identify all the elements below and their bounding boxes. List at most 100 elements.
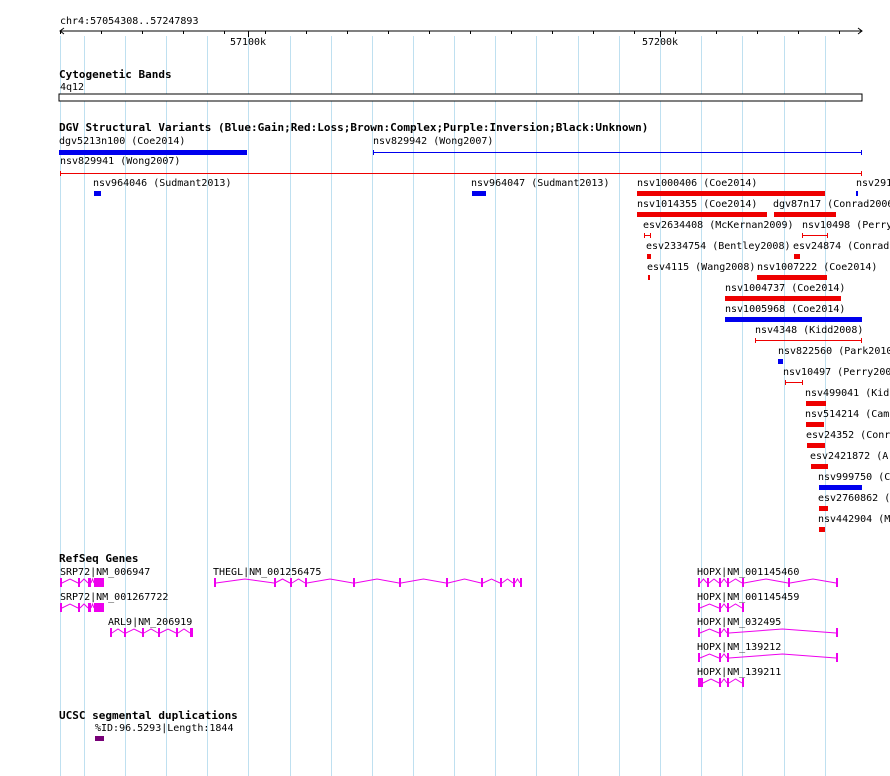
dgv-variant-label: nsv829942 (Wong2007)	[373, 136, 493, 147]
gene-label: HOPX|NM_139212	[697, 642, 781, 653]
dgv-variant-bar[interactable]	[806, 401, 826, 406]
gene-label: HOPX|NM_001145460	[697, 567, 799, 578]
dgv-variant-label: nsv291	[856, 178, 890, 189]
segdup-bar[interactable]	[95, 736, 104, 741]
gene-exon	[742, 603, 744, 612]
dgv-variant-bar[interactable]	[819, 527, 825, 532]
locus-label: chr4:57054308..57247893	[60, 16, 198, 27]
gene-model[interactable]: HOPX|NM_139211	[697, 667, 781, 687]
dgv-variant[interactable]: esv2334754 (Bentley2008)	[646, 241, 791, 259]
dgv-variant[interactable]: dgv87n17 (Conrad2006	[773, 199, 890, 217]
dgv-variant[interactable]: nsv829941 (Wong2007)	[60, 156, 862, 176]
dgv-variant-label: nsv964046 (Sudmant2013)	[93, 178, 231, 189]
track-cytogenetic-bands[interactable]: Cytogenetic Bands 4q12	[58, 68, 863, 102]
dgv-variant-bar[interactable]	[59, 150, 247, 155]
dgv-variant-label: nsv10497 (Perry200	[783, 367, 890, 378]
gene-intron	[61, 578, 79, 584]
dgv-variant[interactable]: nsv1007222 (Coe2014)	[757, 262, 877, 280]
dgv-variant-label: nsv1014355 (Coe2014)	[637, 199, 757, 210]
gene-model[interactable]: HOPX|NM_001145460	[697, 567, 838, 587]
dgv-variant-bar[interactable]	[757, 275, 827, 280]
dgv-variant-bar[interactable]	[794, 254, 800, 259]
dgv-variant[interactable]: nsv964046 (Sudmant2013)	[93, 178, 231, 196]
segdup-label: %ID:96.5293|Length:1844	[95, 723, 233, 734]
dgv-variant[interactable]: nsv1004737 (Coe2014)	[725, 283, 845, 301]
dgv-variant[interactable]: nsv4348 (Kidd2008)	[755, 325, 863, 343]
dgv-variant-bar[interactable]	[819, 506, 828, 511]
gene-intron	[743, 578, 789, 584]
dgv-variant[interactable]: esv24874 (Conrad	[793, 241, 889, 259]
dgv-variant-bar[interactable]	[647, 254, 651, 259]
dgv-variant[interactable]: nsv499041 (Kid	[805, 388, 889, 406]
dgv-variant-bar[interactable]	[774, 212, 836, 217]
gene-label: THEGL|NM_001256475	[213, 567, 321, 578]
dgv-variant[interactable]: nsv442904 (M	[818, 514, 890, 532]
dgv-variant[interactable]: nsv291	[856, 178, 890, 196]
dgv-variant-bar[interactable]	[472, 191, 486, 196]
dgv-variant-label: nsv1005968 (Coe2014)	[725, 304, 845, 315]
gene-intron	[728, 678, 743, 684]
dgv-variant-bar[interactable]	[819, 485, 862, 490]
dgv-variant[interactable]: nsv822560 (Park2010	[778, 346, 890, 364]
dgv-variant[interactable]: esv24352 (Conr	[806, 430, 890, 448]
dgv-variant-label: esv24352 (Conr	[806, 430, 890, 441]
dgv-variant-bar[interactable]	[811, 464, 828, 469]
dgv-variant[interactable]: nsv999750 (C	[818, 472, 890, 490]
gene-intron	[482, 578, 501, 584]
gene-model[interactable]: THEGL|NM_001256475	[213, 567, 522, 587]
dgv-variant-label: nsv442904 (M	[818, 514, 890, 525]
cytoband-ideogram[interactable]	[58, 93, 863, 102]
gene-model[interactable]: ARL9|NM_206919	[108, 617, 193, 637]
gene-intron	[291, 578, 306, 584]
dgv-variant[interactable]: esv2634408 (McKernan2009)	[643, 220, 794, 238]
dgv-variant[interactable]: nsv1005968 (Coe2014)	[725, 304, 862, 322]
dgv-variant[interactable]: nsv829942 (Wong2007)	[373, 136, 862, 155]
gene-label: SRP72|NM_006947	[60, 567, 150, 578]
gene-exon	[88, 578, 91, 587]
dgv-variant[interactable]: esv2421872 (A	[810, 451, 888, 469]
track-title-dgv: DGV Structural Variants (Blue:Gain;Red:L…	[59, 121, 648, 134]
dgv-variant-bar[interactable]	[806, 422, 824, 427]
gene-model[interactable]: SRP72|NM_001267722	[60, 592, 168, 612]
dgv-variant[interactable]: nsv10498 (Perry	[802, 220, 890, 238]
dgv-variant-label: esv2760862 (	[818, 493, 890, 504]
gene-intron	[306, 578, 354, 584]
dgv-variant[interactable]: nsv1000406 (Coe2014)	[637, 178, 825, 196]
ruler[interactable]: chr4:57054308..57247893 57100k 57200k	[59, 16, 863, 48]
gene-intron	[61, 603, 79, 609]
gene-intron	[143, 628, 159, 634]
gene-intron	[702, 678, 720, 684]
track-dgv-structural-variants[interactable]: DGV Structural Variants (Blue:Gain;Red:L…	[59, 121, 890, 532]
gene-intron	[708, 578, 720, 584]
dgv-variant-bar[interactable]	[637, 212, 767, 217]
dgv-variant-bar[interactable]	[778, 359, 783, 364]
gene-model[interactable]: HOPX|NM_032495	[697, 617, 838, 637]
dgv-variant-bar[interactable]	[807, 443, 825, 448]
gene-exon	[698, 653, 700, 662]
dgv-variant[interactable]: esv2760862 (	[818, 493, 890, 511]
track-refseq-genes[interactable]: RefSeq Genes SRP72|NM_006947 THEGL|NM_001…	[59, 552, 838, 687]
gene-model[interactable]: HOPX|NM_139212	[697, 642, 838, 662]
dgv-variant[interactable]: nsv964047 (Sudmant2013)	[471, 178, 609, 196]
dgv-variant[interactable]: nsv514214 (Cam	[805, 409, 889, 427]
track-segmental-duplications[interactable]: UCSC segmental duplications %ID:96.5293|…	[59, 709, 238, 741]
track-title-refseq: RefSeq Genes	[59, 552, 138, 565]
dgv-variant-bar[interactable]	[725, 296, 841, 301]
dgv-variant-bar[interactable]	[94, 191, 101, 196]
dgv-variant[interactable]: nsv1014355 (Coe2014)	[637, 199, 767, 217]
gene-model[interactable]: SRP72|NM_006947	[60, 567, 150, 587]
segdup[interactable]: %ID:96.5293|Length:1844	[95, 723, 233, 741]
dgv-variant[interactable]: dgv5213n100 (Coe2014)	[59, 136, 247, 155]
dgv-variant-bar[interactable]	[725, 317, 862, 322]
dgv-variant[interactable]: nsv10497 (Perry200	[783, 367, 890, 385]
dgv-variant-bar[interactable]	[856, 191, 858, 196]
dgv-variant-bar[interactable]	[637, 191, 825, 196]
gene-intron	[90, 577, 95, 584]
gene-label: SRP72|NM_001267722	[60, 592, 168, 603]
dgv-variant-label: nsv499041 (Kid	[805, 388, 889, 399]
gene-intron	[159, 628, 177, 634]
gene-exon	[353, 578, 355, 587]
genome-browser-view[interactable]: chr4:57054308..57247893 57100k 57200k Cyt…	[0, 0, 890, 776]
gene-intron	[720, 628, 728, 634]
dgv-variant-label: nsv999750 (C	[818, 472, 890, 483]
